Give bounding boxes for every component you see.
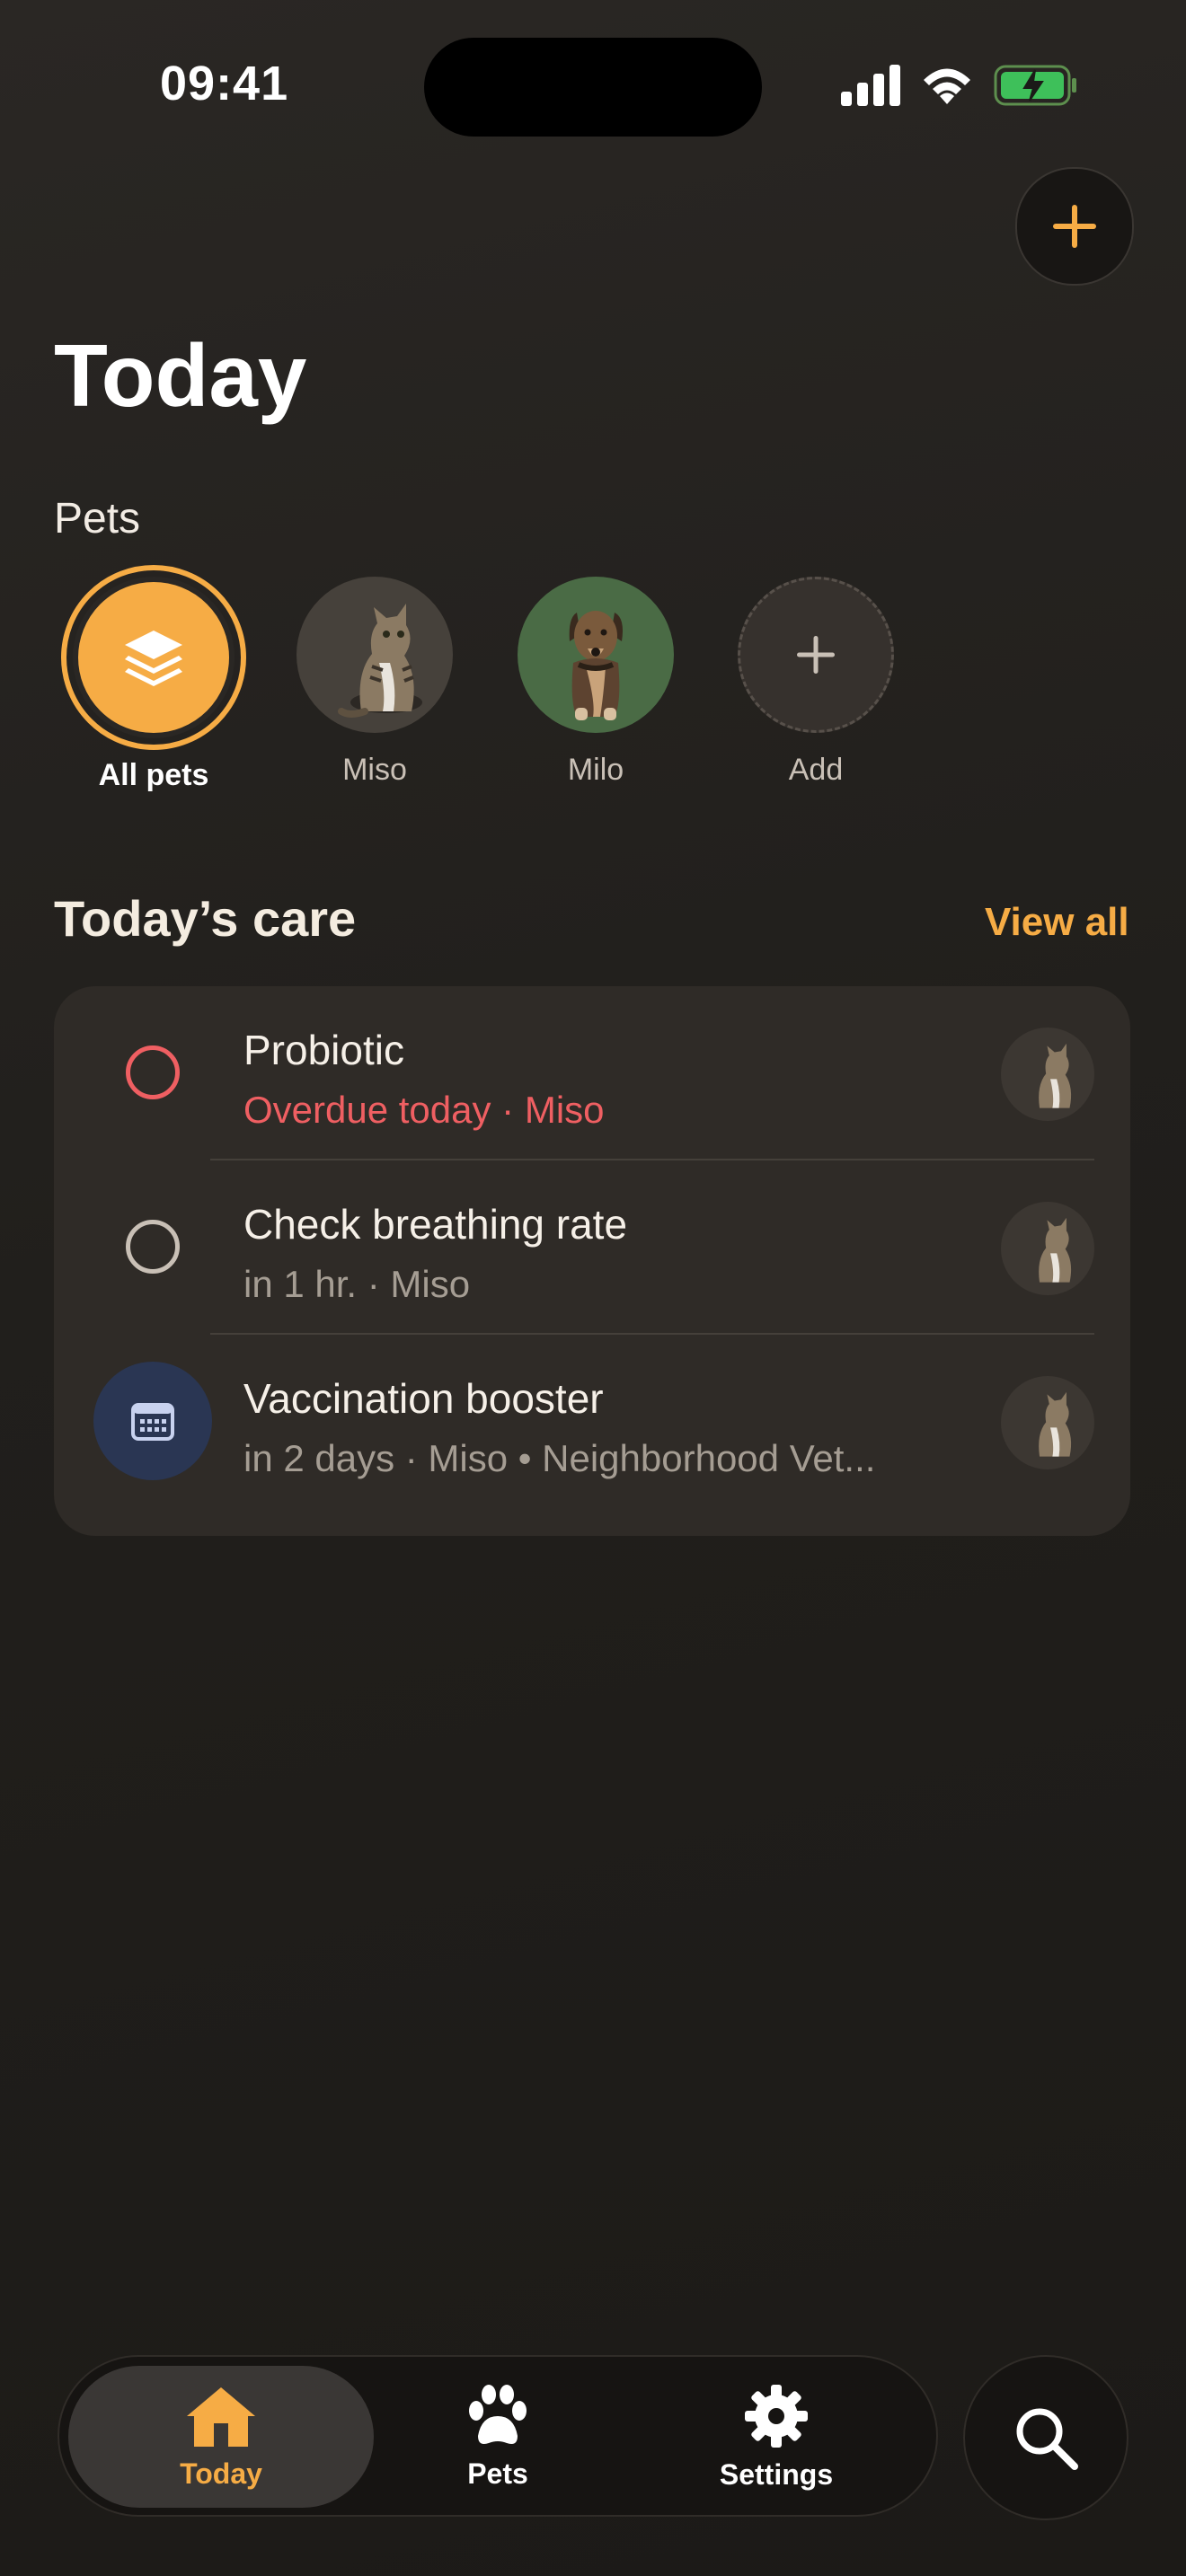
appointment-badge xyxy=(93,1362,212,1480)
pet-chip-label: Miso xyxy=(342,753,407,787)
tab-pets[interactable]: Pets xyxy=(345,2366,651,2508)
dynamic-island xyxy=(424,38,762,137)
care-item-subtitle: Overdue today · Miso xyxy=(243,1089,605,1131)
pet-chip-all-pets[interactable]: All pets xyxy=(61,565,246,793)
cat-avatar-icon xyxy=(1039,1217,1072,1283)
complete-toggle[interactable] xyxy=(93,1013,212,1132)
pet-chip-add[interactable]: Add xyxy=(726,577,906,788)
search-icon xyxy=(1016,2408,1078,2470)
dog-avatar-icon xyxy=(569,611,623,720)
care-item-probiotic[interactable]: Probiotic Overdue today · Miso xyxy=(54,986,1130,1159)
care-item-title: Check breathing rate xyxy=(243,1201,628,1248)
view-all-link[interactable]: View all xyxy=(985,900,1129,945)
avatar xyxy=(1001,1376,1094,1469)
care-item-breathing[interactable]: Check breathing rate in 1 hr. · Miso xyxy=(54,1160,1130,1333)
plus-icon xyxy=(1053,205,1096,248)
pet-chip-label: Milo xyxy=(567,753,624,787)
plus-icon xyxy=(797,636,835,674)
overdue-circle-icon xyxy=(126,1045,180,1099)
tab-label: Settings xyxy=(719,2457,834,2491)
pet-chip-label: Add xyxy=(788,753,844,787)
avatar xyxy=(1001,1028,1094,1121)
cat-avatar-icon xyxy=(1039,1391,1072,1457)
tab-today[interactable]: Today xyxy=(68,2366,374,2508)
care-section-title: Today’s care xyxy=(54,890,357,947)
layers-icon xyxy=(125,631,182,686)
avatar xyxy=(1001,1202,1094,1295)
status-time: 09:41 xyxy=(160,57,289,110)
complete-toggle[interactable] xyxy=(93,1187,212,1306)
pet-chip-milo[interactable]: Milo xyxy=(506,577,686,788)
paw-icon xyxy=(469,2384,527,2444)
calendar-icon xyxy=(131,1403,174,1441)
add-pet-circle xyxy=(738,577,894,733)
cellular-signal-icon xyxy=(841,65,900,106)
pets-section-label: Pets xyxy=(54,495,141,543)
gear-icon xyxy=(745,2384,808,2448)
pet-chip-label: All pets xyxy=(98,758,209,792)
tab-label: Today xyxy=(180,2457,262,2490)
care-list-card: Probiotic Overdue today · Miso Check bre… xyxy=(54,986,1130,1536)
care-item-title: Probiotic xyxy=(243,1027,404,1073)
circle-icon xyxy=(126,1220,180,1274)
home-icon xyxy=(187,2386,255,2447)
battery-charging-icon xyxy=(994,65,1076,106)
avatar xyxy=(296,577,453,733)
care-item-subtitle: in 1 hr. · Miso xyxy=(243,1263,471,1305)
tab-bar: Today Pets Settings xyxy=(58,2355,938,2517)
wifi-icon xyxy=(924,68,970,104)
pet-chip-miso[interactable]: Miso xyxy=(285,577,465,788)
care-item-subtitle: in 2 days · Miso • Neighborhood Vet... xyxy=(243,1437,876,1479)
search-button[interactable] xyxy=(963,2355,1128,2520)
cat-avatar-icon xyxy=(1039,1043,1072,1108)
cat-avatar-icon xyxy=(338,604,422,718)
page-title: Today xyxy=(54,326,307,425)
tab-settings[interactable]: Settings xyxy=(624,2366,929,2508)
add-button[interactable] xyxy=(1015,167,1134,286)
all-pets-selected-ring xyxy=(61,565,246,750)
care-item-title: Vaccination booster xyxy=(243,1375,604,1422)
care-item-vaccination[interactable]: Vaccination booster in 2 days · Miso • N… xyxy=(54,1335,1130,1507)
avatar xyxy=(518,577,674,733)
tab-label: Pets xyxy=(467,2457,528,2490)
